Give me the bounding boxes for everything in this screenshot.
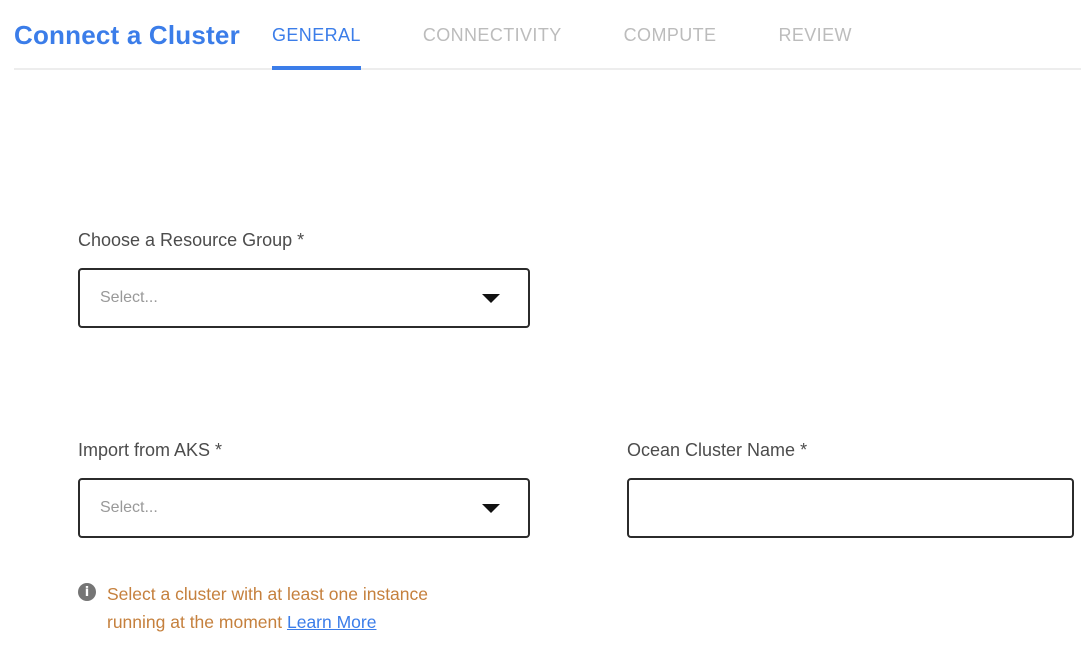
resource-group-label: Choose a Resource Group * (78, 228, 1088, 252)
general-step-form: Choose a Resource Group * Select... Impo… (0, 70, 1088, 636)
wizard-header: Connect a Cluster GENERAL CONNECTIVITY C… (0, 0, 1088, 70)
note-text: Select a cluster with at least one insta… (107, 580, 487, 636)
info-icon: i (78, 583, 96, 601)
tab-connectivity[interactable]: CONNECTIVITY (423, 0, 562, 70)
tab-connectivity-label: CONNECTIVITY (423, 25, 562, 46)
cluster-instance-note: i Select a cluster with at least one ins… (78, 580, 1088, 636)
ocean-cluster-name-field: Ocean Cluster Name * (627, 438, 1074, 538)
tab-review[interactable]: REVIEW (778, 0, 851, 70)
caret-down-icon (482, 504, 500, 513)
import-aks-label: Import from AKS * (78, 438, 530, 462)
caret-down-icon (482, 294, 500, 303)
page-title: Connect a Cluster (14, 0, 240, 70)
header-divider (14, 68, 1081, 70)
tab-general[interactable]: GENERAL (272, 0, 361, 70)
learn-more-link[interactable]: Learn More (287, 612, 377, 632)
ocean-cluster-name-input[interactable] (627, 478, 1074, 538)
tab-compute[interactable]: COMPUTE (624, 0, 717, 70)
import-aks-placeholder: Select... (80, 499, 158, 517)
resource-group-select[interactable]: Select... (78, 268, 530, 328)
tab-general-label: GENERAL (272, 25, 361, 46)
import-aks-field: Import from AKS * Select... (78, 438, 530, 538)
import-aks-select[interactable]: Select... (78, 478, 530, 538)
resource-group-placeholder: Select... (80, 289, 158, 307)
wizard-tabs: GENERAL CONNECTIVITY COMPUTE REVIEW (272, 0, 852, 70)
tab-review-label: REVIEW (778, 25, 851, 46)
note-message: Select a cluster with at least one insta… (107, 584, 428, 632)
ocean-cluster-name-label: Ocean Cluster Name * (627, 438, 1074, 462)
tab-compute-label: COMPUTE (624, 25, 717, 46)
